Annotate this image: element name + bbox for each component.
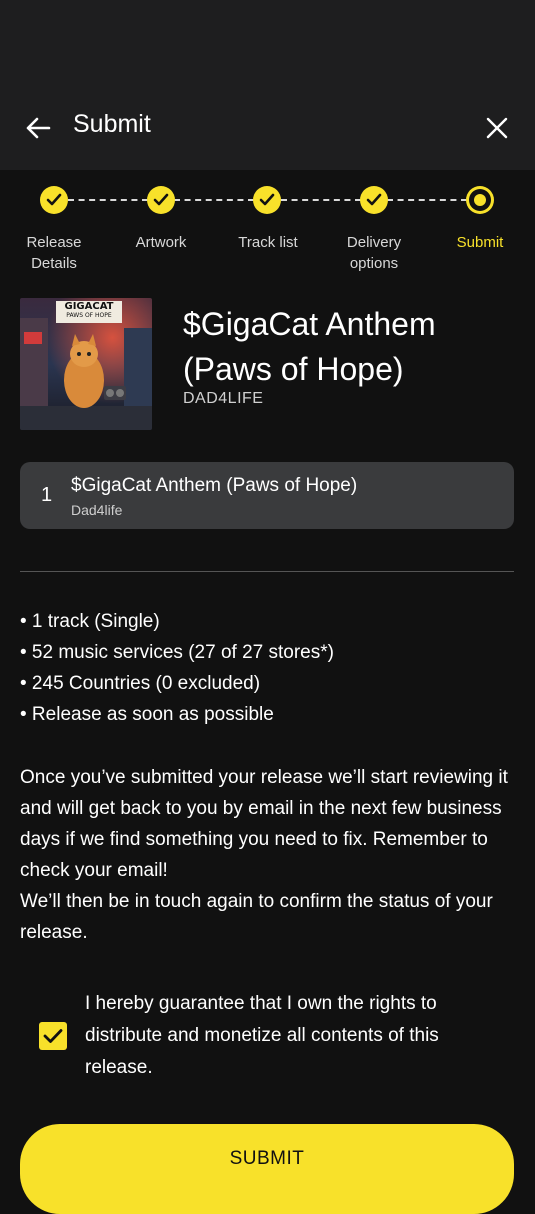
- status-bar: [0, 0, 535, 86]
- step-track-list-dot[interactable]: [253, 186, 281, 214]
- review-info-text: Once you’ve submitted your release we’ll…: [20, 762, 515, 948]
- step-label-release-details[interactable]: Release Details: [6, 232, 102, 274]
- release-artist: DAD4LIFE: [183, 390, 264, 407]
- cover-subtitle-text: PAWS OF HOPE: [66, 312, 112, 319]
- review-info-paragraph: We’ll then be in touch again to confirm …: [20, 891, 493, 943]
- step-label-submit[interactable]: Submit: [432, 232, 528, 253]
- radio-ring-icon: [469, 189, 491, 211]
- check-icon: [43, 1029, 63, 1043]
- track-list-item[interactable]: 1 $GigaCat Anthem (Paws of Hope) Dad4lif…: [20, 462, 514, 529]
- track-number: 1: [41, 484, 53, 506]
- check-icon: [366, 193, 382, 206]
- check-icon: [259, 193, 275, 206]
- step-connector: [281, 199, 361, 201]
- summary-item: • Release as soon as possible: [20, 704, 274, 725]
- review-info-paragraph: Once you’ve submitted your release we’ll…: [20, 767, 508, 881]
- step-connector: [68, 199, 148, 201]
- summary-item: • 52 music services (27 of 27 stores*): [20, 642, 334, 663]
- step-label-artwork[interactable]: Artwork: [113, 232, 209, 253]
- step-delivery-options-dot[interactable]: [360, 186, 388, 214]
- release-title: $GigaCat Anthem (Paws of Hope): [183, 306, 436, 387]
- check-icon: [153, 193, 169, 206]
- close-button[interactable]: [481, 112, 513, 144]
- step-artwork-dot[interactable]: [147, 186, 175, 214]
- track-artist: Dad4life: [71, 502, 123, 518]
- app-bar: Submit: [0, 86, 535, 170]
- rights-guarantee-label[interactable]: I hereby guarantee that I own the rights…: [85, 988, 505, 1084]
- divider: [20, 571, 514, 572]
- summary-item: • 1 track (Single): [20, 611, 160, 632]
- cover-title-text: GIGACAT: [64, 301, 114, 312]
- release-cover-art: GIGACAT PAWS OF HOPE: [20, 298, 152, 430]
- progress-stepper: Release Details Artwork Track list Deliv…: [0, 170, 535, 298]
- check-icon: [46, 193, 62, 206]
- step-label-track-list[interactable]: Track list: [220, 232, 316, 253]
- back-button[interactable]: [22, 112, 54, 144]
- step-submit-dot[interactable]: [466, 186, 494, 214]
- step-release-details-dot[interactable]: [40, 186, 68, 214]
- step-label-delivery-options[interactable]: Delivery options: [326, 232, 422, 274]
- page-title: Submit: [73, 110, 151, 138]
- arrow-left-icon: [26, 117, 51, 139]
- release-summary-list: • 1 track (Single) • 52 music services (…: [20, 606, 334, 730]
- track-title: $GigaCat Anthem (Paws of Hope): [71, 475, 358, 496]
- step-connector: [387, 199, 467, 201]
- submit-button[interactable]: SUBMIT: [20, 1124, 514, 1214]
- rights-checkbox[interactable]: [39, 1022, 67, 1050]
- release-header: GIGACAT PAWS OF HOPE $GigaCat Anthem (Pa…: [0, 298, 535, 458]
- step-connector: [174, 199, 254, 201]
- summary-item: • 245 Countries (0 excluded): [20, 673, 261, 694]
- close-icon: [486, 117, 508, 139]
